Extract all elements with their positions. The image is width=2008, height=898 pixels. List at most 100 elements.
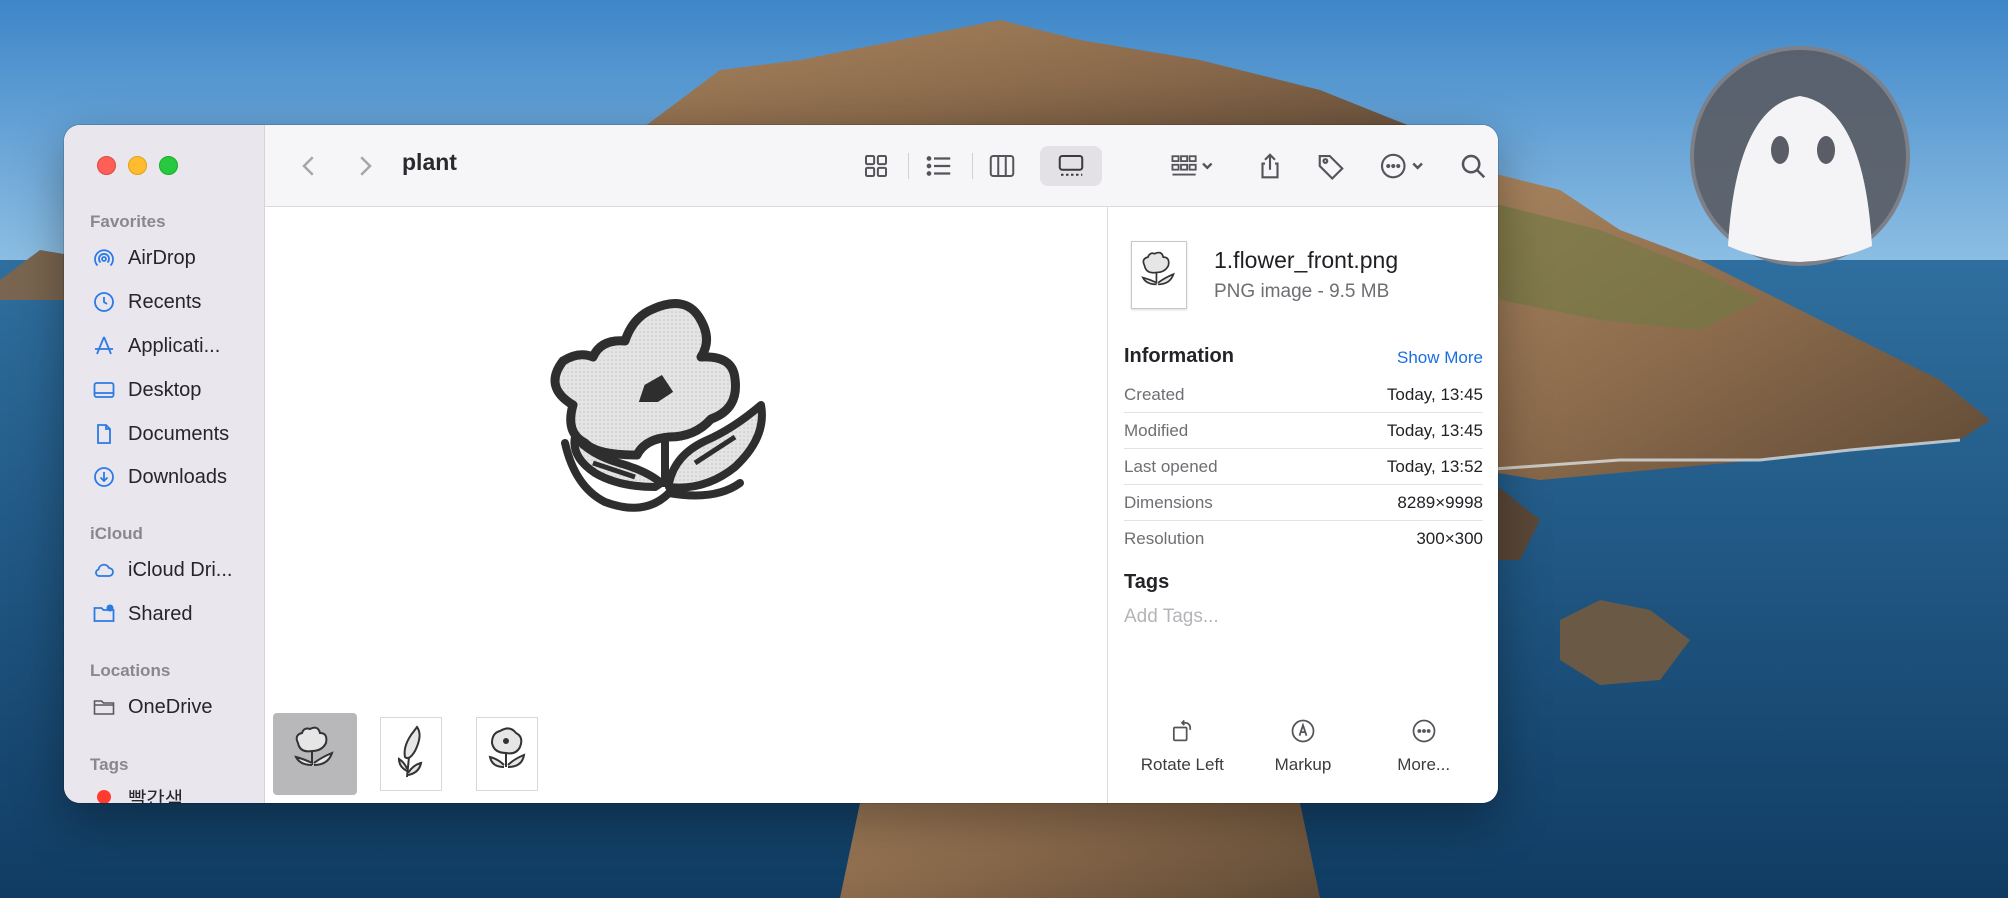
shared-folder-icon — [90, 600, 118, 628]
image-preview[interactable] — [535, 287, 825, 652]
info-value: 300×300 — [1416, 529, 1483, 548]
thumbnail-image — [380, 717, 442, 791]
quick-actions: Rotate Left Markup More... — [1122, 717, 1484, 775]
airdrop-icon — [90, 244, 118, 272]
info-row-modified: Modified Today, 13:45 — [1124, 413, 1483, 449]
back-icon — [302, 156, 314, 176]
more-button[interactable]: More... — [1365, 717, 1483, 775]
sidebar-item-documents[interactable]: Documents — [90, 419, 229, 449]
info-row-last-opened: Last opened Today, 13:52 — [1124, 449, 1483, 485]
sidebar-section-favorites: Favorites — [90, 212, 166, 231]
sidebar-item-label: OneDrive — [128, 695, 213, 718]
info-row-created: Created Today, 13:45 — [1124, 377, 1483, 413]
sidebar-item-label: Downloads — [128, 465, 227, 488]
info-row-dimensions: Dimensions 8289×9998 — [1124, 485, 1483, 521]
gallery-view — [265, 207, 1108, 803]
sidebar-item-icloud-drive[interactable]: iCloud Dri... — [90, 555, 232, 585]
thumbnail-flower-side[interactable] — [369, 713, 453, 795]
sidebar-section-tags: Tags — [90, 755, 129, 774]
file-kind: PNG image - 9.5 MB — [1214, 281, 1390, 302]
info-table: Created Today, 13:45 Modified Today, 13:… — [1124, 377, 1483, 557]
sidebar-item-label: iCloud Dri... — [128, 558, 233, 581]
sidebar-item-recents[interactable]: Recents — [90, 287, 201, 317]
action-label: Markup — [1274, 755, 1332, 774]
forward-icon — [360, 156, 372, 176]
info-key: Resolution — [1124, 529, 1205, 548]
desktop-icon — [90, 376, 118, 404]
thumbnail-image — [284, 717, 346, 791]
add-tags-field[interactable]: Add Tags... — [1124, 606, 1219, 628]
thumbnail-strip — [273, 713, 549, 795]
window-controls — [97, 156, 178, 175]
search-icon — [1461, 154, 1486, 179]
ghost-avatar-icon — [1688, 46, 1912, 266]
thumbnail-flower-three-quarter[interactable] — [465, 713, 549, 795]
info-value: 8289×9998 — [1397, 492, 1483, 512]
icon-view-button[interactable] — [854, 146, 898, 186]
gallery-view-button[interactable] — [1040, 146, 1102, 186]
thumbnail-image — [476, 717, 538, 791]
tag-icon — [1318, 154, 1344, 181]
sidebar-item-label: Applicati... — [128, 334, 221, 357]
search-button[interactable] — [1453, 146, 1493, 186]
group-button[interactable] — [1162, 146, 1222, 186]
sidebar-item-label: Documents — [128, 422, 230, 445]
more-icon — [1380, 153, 1423, 179]
info-row-resolution: Resolution 300×300 — [1124, 521, 1483, 557]
sidebar-item-downloads[interactable]: Downloads — [90, 462, 227, 492]
applications-icon — [90, 332, 118, 360]
toolbar-divider — [908, 153, 909, 179]
sidebar-item-applications[interactable]: Applicati... — [90, 331, 220, 361]
share-icon — [1261, 153, 1279, 179]
action-label: Rotate Left — [1140, 755, 1224, 774]
file-thumbnail — [1131, 241, 1187, 309]
sidebar-item-label: AirDrop — [128, 246, 196, 269]
gallery-view-icon — [1058, 155, 1084, 176]
minimize-button[interactable] — [128, 156, 147, 175]
show-more-link[interactable]: Show More — [1397, 348, 1483, 368]
icon-view-icon — [865, 155, 887, 177]
info-key: Dimensions — [1124, 492, 1213, 512]
more-actions-button[interactable] — [1370, 146, 1434, 186]
info-value: Today, 13:45 — [1386, 420, 1483, 440]
clock-icon — [90, 288, 118, 316]
tag-button[interactable] — [1311, 146, 1351, 186]
sidebar-item-label: Recents — [128, 290, 202, 313]
thumbnail-flower-front[interactable] — [273, 713, 357, 795]
back-button[interactable] — [291, 146, 327, 186]
close-button[interactable] — [97, 156, 116, 175]
cloud-icon — [90, 556, 118, 584]
preview-inspector: 1.flower_front.png PNG image - 9.5 MB In… — [1107, 207, 1498, 803]
more-icon — [1412, 719, 1436, 743]
info-key: Last opened — [1124, 456, 1218, 476]
file-name: 1.flower_front.png — [1214, 247, 1399, 273]
share-button[interactable] — [1250, 146, 1290, 186]
folder-icon — [90, 693, 118, 721]
tags-heading: Tags — [1124, 571, 1170, 593]
group-icon — [1171, 155, 1213, 176]
sidebar-item-onedrive[interactable]: OneDrive — [90, 692, 212, 722]
list-view-button[interactable] — [916, 146, 962, 186]
document-icon — [90, 420, 118, 448]
finder-window: Favorites AirDrop Recents Applicati... D… — [64, 125, 1498, 803]
column-view-button[interactable] — [979, 146, 1025, 186]
rotate-left-button[interactable]: Rotate Left — [1123, 717, 1241, 775]
sidebar-section-locations: Locations — [90, 661, 171, 680]
folder-title: plant — [402, 149, 457, 175]
action-label: More... — [1397, 755, 1451, 774]
information-heading: Information — [1124, 345, 1234, 367]
sidebar-item-label: Shared — [128, 602, 193, 625]
download-icon — [90, 463, 118, 491]
flower-image — [550, 299, 766, 512]
forward-button[interactable] — [347, 146, 383, 186]
sidebar-item-shared[interactable]: Shared — [90, 599, 193, 629]
markup-icon — [1291, 719, 1315, 743]
sidebar: Favorites AirDrop Recents Applicati... D… — [64, 125, 265, 803]
sidebar-item-label: Desktop — [128, 378, 202, 401]
sidebar-item-airdrop[interactable]: AirDrop — [90, 243, 196, 273]
zoom-button[interactable] — [159, 156, 178, 175]
sidebar-item-tag-red[interactable]: 빨간색 — [90, 782, 183, 803]
sidebar-item-desktop[interactable]: Desktop — [90, 375, 201, 405]
markup-button[interactable]: Markup — [1244, 717, 1362, 775]
info-value: Today, 13:52 — [1386, 456, 1483, 476]
